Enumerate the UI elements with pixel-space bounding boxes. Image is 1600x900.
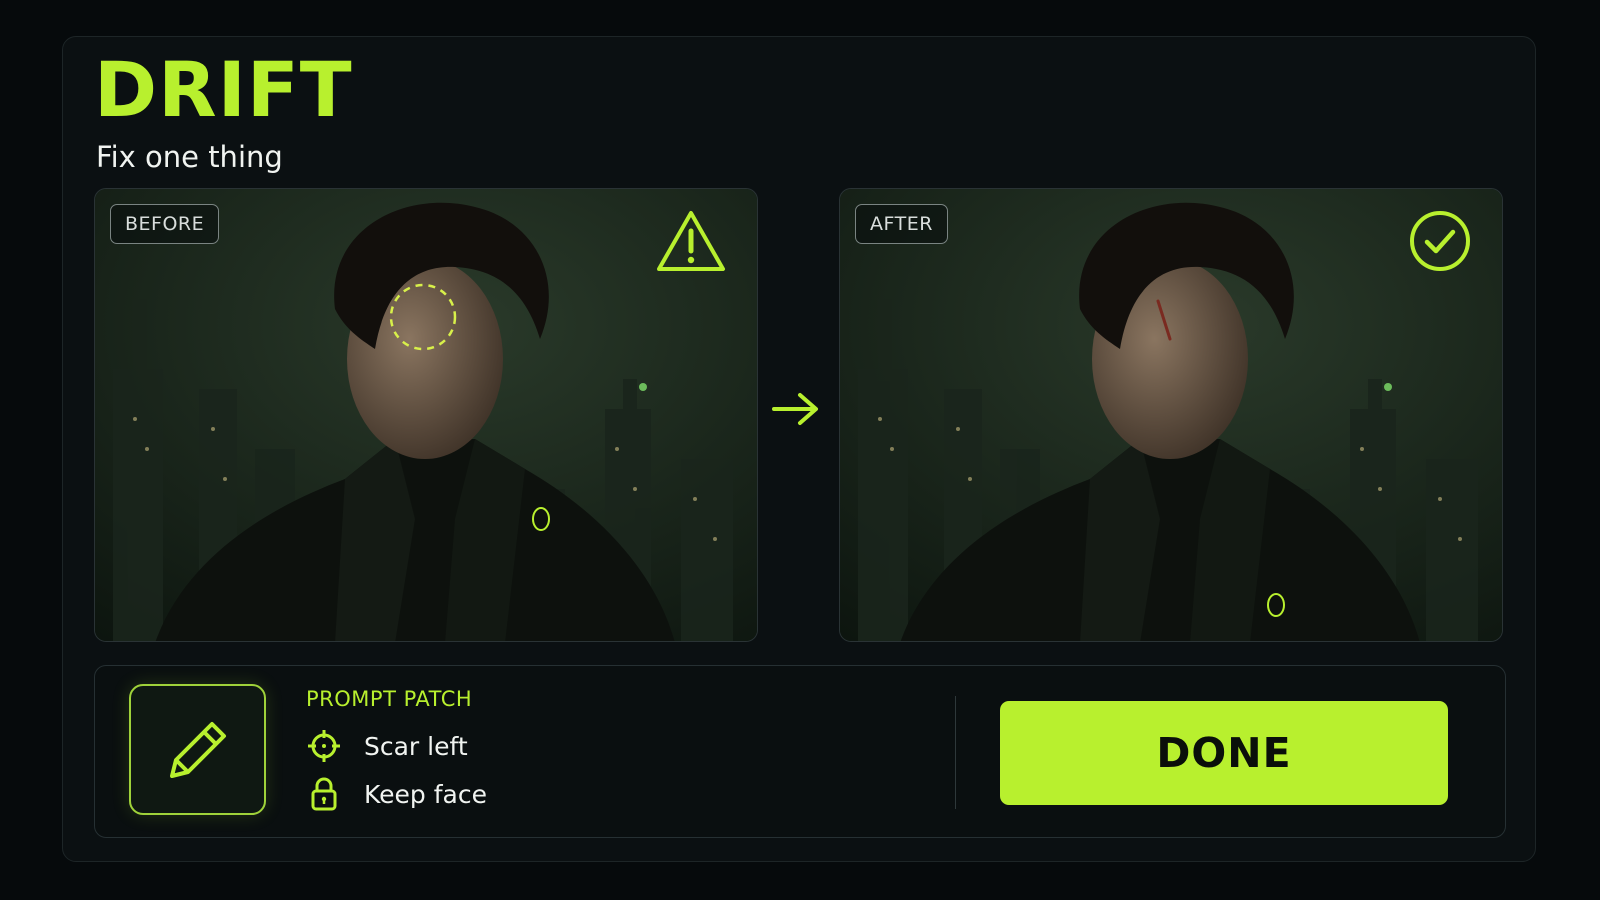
after-portrait-image [840,189,1502,641]
page-subtitle: Fix one thing [96,140,283,174]
divider [955,696,956,809]
prompt-patch-label: PROMPT PATCH [306,687,473,711]
lock-icon [311,777,337,811]
patch-item-scar-left[interactable]: Scar left [306,726,468,766]
after-image-card[interactable]: AFTER [839,188,1503,642]
before-image-card[interactable]: BEFORE [94,188,758,642]
patch-item-keep-face[interactable]: Keep face [306,774,487,814]
pencil-icon [170,722,226,778]
edit-prompt-button[interactable] [129,684,266,815]
done-button[interactable]: DONE [1000,701,1448,805]
check-circle-icon [1410,211,1470,271]
patch-item-label: Keep face [364,779,487,809]
after-label: AFTER [855,204,948,244]
arrow-right-icon [772,393,818,425]
before-label: BEFORE [110,204,220,244]
warning-triangle-icon [657,211,725,271]
patch-item-label: Scar left [364,731,468,761]
prompt-patch-panel: PROMPT PATCH Scar left Keep face DONE [94,665,1506,838]
crosshair-icon [308,730,340,762]
app-title: DRIFT [94,45,353,134]
